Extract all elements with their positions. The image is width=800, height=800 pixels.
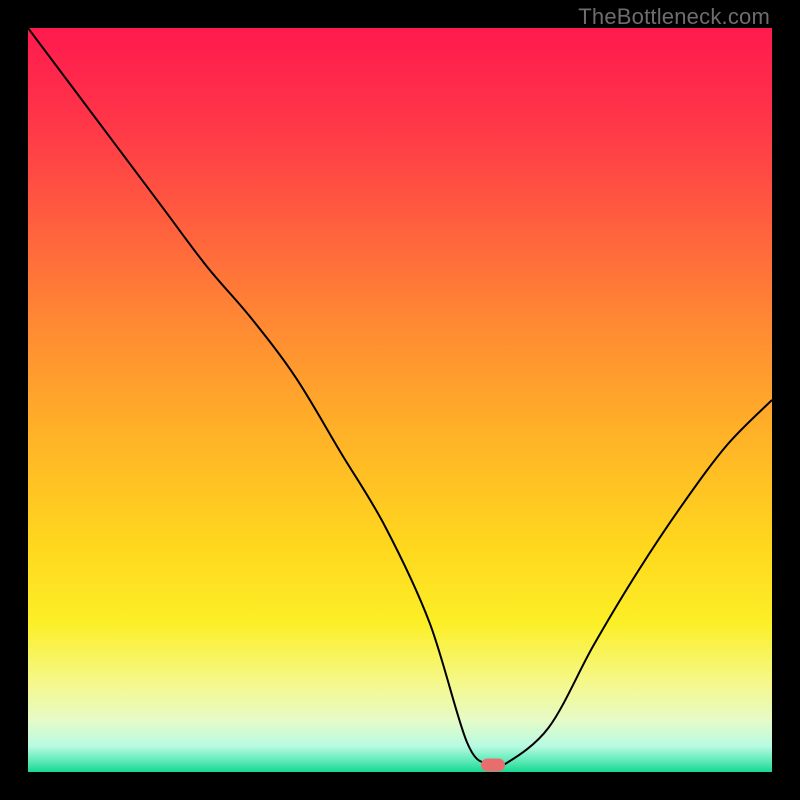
bottleneck-curve [28, 28, 772, 772]
optimum-marker [481, 758, 505, 771]
chart-frame: TheBottleneck.com [0, 0, 800, 800]
plot-area [28, 28, 772, 772]
attribution-label: TheBottleneck.com [578, 4, 770, 30]
